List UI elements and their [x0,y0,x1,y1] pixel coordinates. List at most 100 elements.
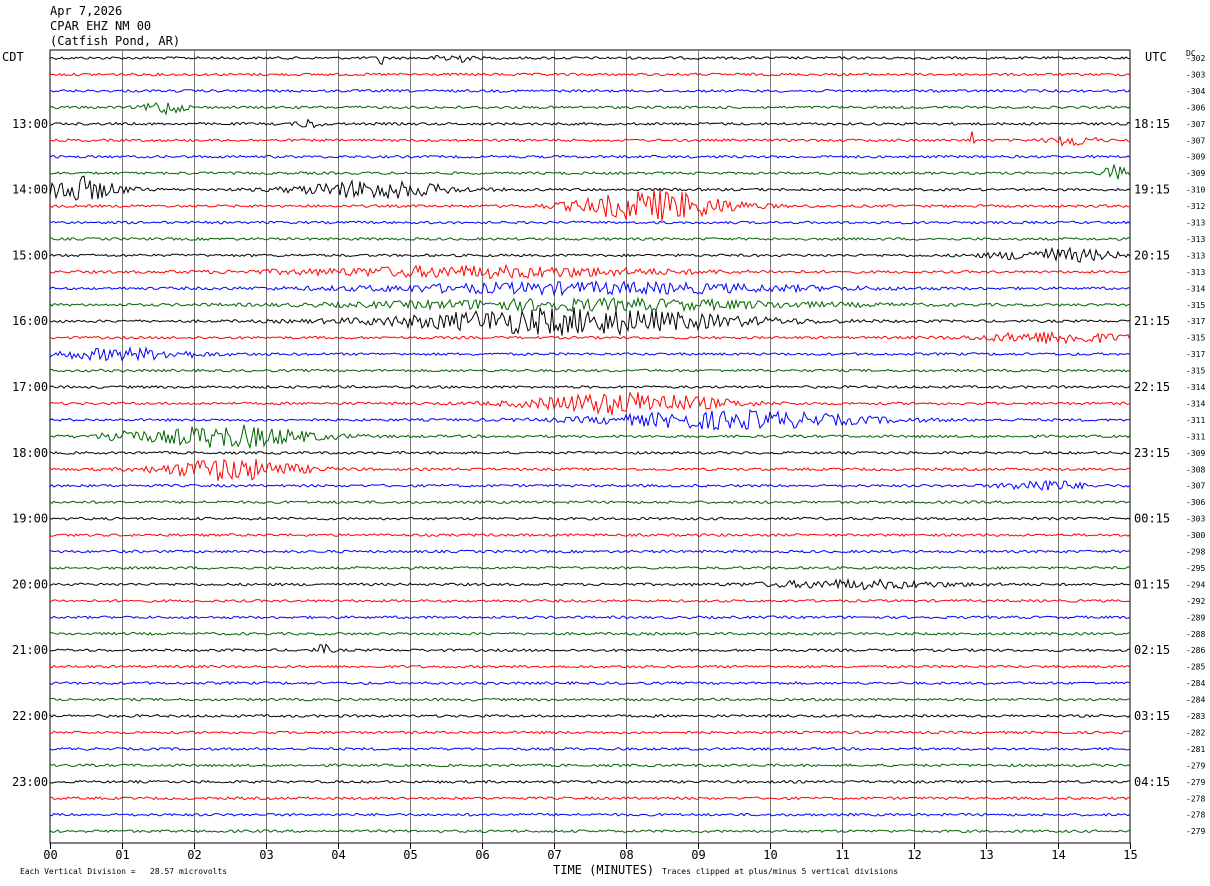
right-hour-label: 23:15 [1134,446,1170,460]
right-hour-label: 18:15 [1134,117,1170,131]
seismic-trace [49,796,1131,801]
seismic-trace [49,368,1131,373]
seismic-trace [49,681,1131,686]
seismic-trace [49,730,1130,735]
dc-offset-label: -279 [1186,827,1205,836]
dc-offset-label: -295 [1186,564,1205,573]
dc-offset-label: -300 [1186,531,1205,540]
seismic-trace [49,54,1131,66]
x-tick-label: 04 [331,848,345,862]
dc-offset-label: -278 [1186,794,1205,803]
right-hour-label: 03:15 [1134,709,1170,723]
dc-offset-label: -288 [1186,630,1205,639]
dc-offset-label: -313 [1186,251,1205,260]
seismic-trace [49,131,1131,147]
dc-offset-label: -303 [1186,515,1205,524]
dc-offset-label: -304 [1186,87,1205,96]
seismic-trace [49,307,1131,337]
seismic-trace [49,236,1131,241]
seismic-trace [49,280,1131,297]
x-tick-label: 13 [979,848,993,862]
left-hour-label: 16:00 [12,314,48,328]
x-tick-label: 07 [547,848,561,862]
seismic-trace [49,458,1131,481]
dc-offset-label: -309 [1186,153,1205,162]
seismic-trace [49,533,1131,538]
dc-offset-label: -315 [1186,334,1205,343]
dc-offset-label: -284 [1186,679,1205,688]
dc-offset-label: -289 [1186,613,1205,622]
seismic-trace [49,88,1131,93]
left-hour-label: 23:00 [12,775,48,789]
dc-offset-label: -307 [1186,482,1205,491]
seismic-trace [49,164,1131,180]
left-hour-label: 22:00 [12,709,48,723]
left-hour-label: 21:00 [12,643,48,657]
dc-offset-label: -303 [1186,70,1205,79]
seismic-trace [49,763,1131,768]
right-hour-label: 20:15 [1134,248,1170,262]
dc-offset-label: -302 [1186,54,1205,63]
dc-offset-label: -314 [1186,399,1205,408]
right-hour-label: 19:15 [1134,183,1170,197]
seismic-trace [49,565,1131,570]
seismic-trace [49,631,1131,636]
dc-offset-label: -306 [1186,103,1205,112]
x-tick-label: 05 [403,848,417,862]
right-hour-label: 04:15 [1134,775,1170,789]
x-axis-title: TIME (MINUTES) [553,863,655,877]
dc-offset-label: -312 [1186,202,1205,211]
right-hour-label: 00:15 [1134,512,1170,526]
dc-offset-label: -313 [1186,268,1205,277]
x-tick-label: 09 [691,848,705,862]
seismic-trace [49,175,1131,201]
seismic-trace [49,664,1131,669]
clip-note: Traces clipped at plus/minus 5 vertical … [662,867,899,876]
left-hour-label: 14:00 [12,183,48,197]
dc-offset-label: -315 [1186,367,1205,376]
x-tick-label: 14 [1051,848,1065,862]
dc-offset-label: -292 [1186,597,1205,606]
seismic-trace [49,154,1131,159]
seismic-trace [49,697,1131,702]
plot-frame [49,49,1131,844]
seismic-trace [49,409,1131,431]
dc-offset-label: -314 [1186,284,1205,293]
seismic-trace [49,829,1131,834]
seismic-trace [49,812,1131,817]
right-hour-label: 22:15 [1134,380,1170,394]
dc-offset-label: -314 [1186,383,1205,392]
seismic-trace [49,746,1131,751]
seismic-trace [49,330,1131,345]
dc-offset-label: -279 [1186,778,1205,787]
seismic-trace [49,450,1131,455]
dc-offset-label: -284 [1186,696,1205,705]
seismic-trace [49,500,1131,505]
dc-offset-label: -311 [1186,432,1205,441]
seismic-trace [49,714,1131,719]
dc-offset-label: -307 [1186,136,1205,145]
seismic-trace [49,516,1131,521]
x-tick-label: 12 [907,848,921,862]
x-tick-label: 02 [187,848,201,862]
dc-offset-label: -279 [1186,761,1205,770]
seismic-trace [49,118,1131,129]
seismic-trace [49,220,1131,225]
dc-offset-label: -308 [1186,465,1205,474]
seismogram-plot: 00 01 02 03 04 05 06 07 08 09 10 11 12 13 14 15 -302 -303… [12,49,1205,862]
dc-offset-label: -309 [1186,169,1205,178]
left-hour-label: 17:00 [12,380,48,394]
seismic-trace [49,346,1131,362]
seismic-trace [49,72,1131,77]
seismic-trace [49,577,1131,591]
dc-offset-label: -281 [1186,745,1205,754]
right-hour-label: 02:15 [1134,643,1170,657]
seismic-trace [49,598,1131,603]
dc-offset-label: -307 [1186,120,1205,129]
seismic-trace [49,779,1130,784]
right-hour-label: 01:15 [1134,577,1170,591]
seismic-trace [49,391,1131,416]
seismic-trace [49,246,1131,263]
dc-offset-label: -294 [1186,580,1205,589]
left-hour-label: 19:00 [12,512,48,526]
